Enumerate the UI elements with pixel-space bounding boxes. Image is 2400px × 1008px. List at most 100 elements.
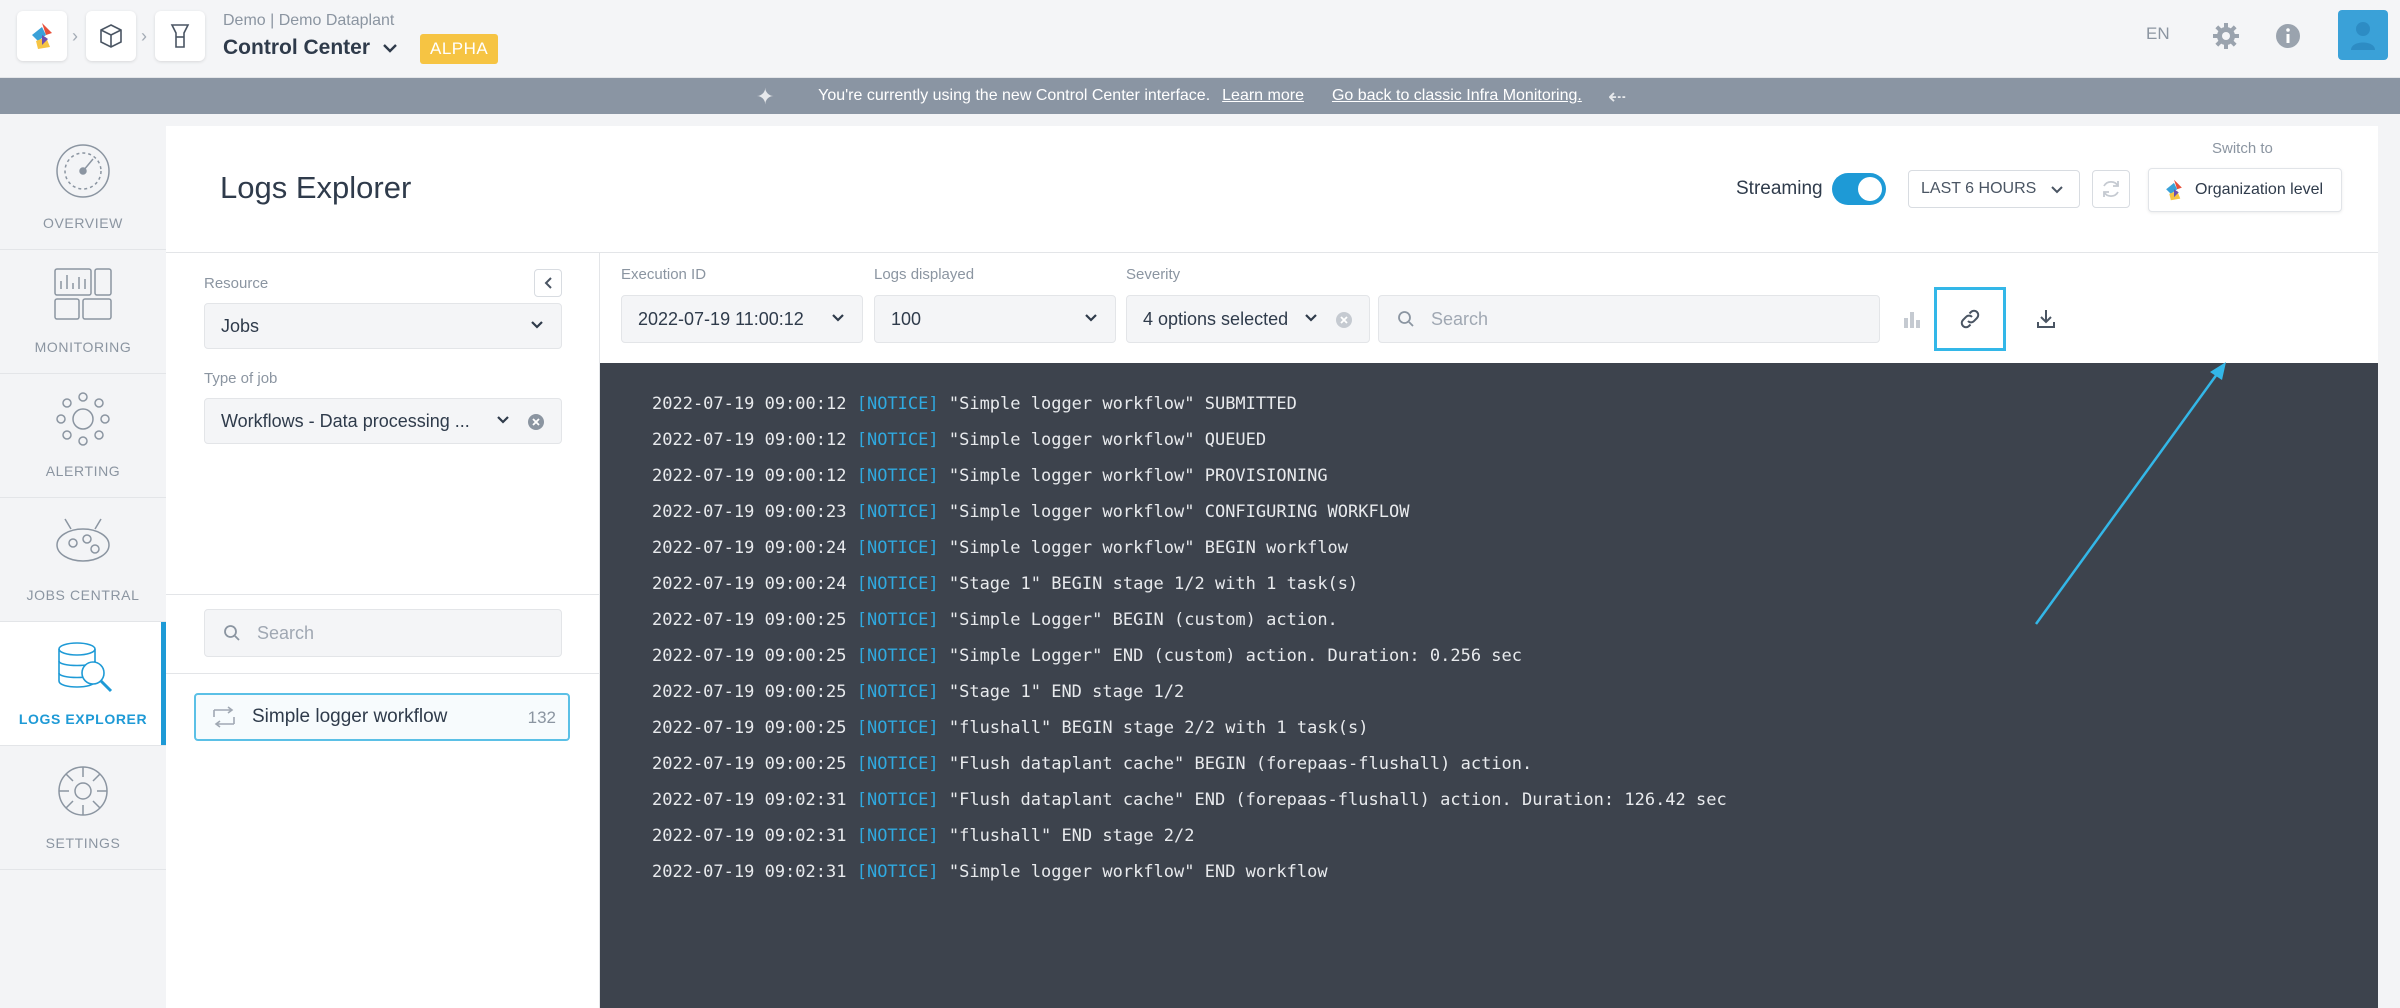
job-type-select[interactable]: Workflows - Data processing ... <box>204 398 562 444</box>
divider <box>166 594 600 595</box>
clear-icon[interactable] <box>1335 311 1353 329</box>
log-message: "Flush dataplant cache" END (forepaas-fl… <box>948 790 1727 810</box>
log-timestamp: 2022-07-19 09:00:24 <box>652 574 847 594</box>
learn-more-link[interactable]: Learn more <box>1222 87 1304 105</box>
log-severity: [NOTICE] <box>856 646 939 666</box>
log-message: "Stage 1" BEGIN stage 1/2 with 1 task(s) <box>948 574 1359 594</box>
nav-label: SETTINGS <box>45 835 121 851</box>
log-line: 2022-07-19 09:00:24 [NOTICE] "Stage 1" B… <box>652 571 2378 607</box>
avatar-icon[interactable] <box>2338 10 2388 60</box>
workflow-search[interactable] <box>204 609 562 657</box>
filters-panel: Resource Jobs Type of job Workflows - Da… <box>166 253 600 1008</box>
workflow-log-count: 132 <box>527 708 556 727</box>
download-icon[interactable] <box>2022 295 2070 343</box>
workflow-icon <box>213 706 235 728</box>
nav-label: ALERTING <box>45 463 121 479</box>
log-severity: [NOTICE] <box>856 682 939 702</box>
job-type-value: Workflows - Data processing ... <box>221 410 470 431</box>
app-title: Control Center <box>223 36 370 59</box>
log-severity: [NOTICE] <box>856 790 939 810</box>
organization-level-button[interactable]: Organization level <box>2148 168 2342 212</box>
log-search[interactable] <box>1378 295 1880 343</box>
streaming-label: Streaming <box>1736 178 1823 199</box>
log-line: 2022-07-19 09:00:12 [NOTICE] "Simple log… <box>652 391 2378 427</box>
control-center-icon[interactable] <box>155 11 205 61</box>
severity-value: 4 options selected <box>1143 308 1289 329</box>
refresh-icon <box>2103 180 2119 198</box>
log-severity: [NOTICE] <box>856 574 939 594</box>
nav-item-monitoring[interactable]: MONITORING <box>0 250 166 374</box>
go-back-link[interactable]: Go back to classic Infra Monitoring. <box>1332 87 1582 105</box>
log-line: 2022-07-19 09:00:25 [NOTICE] "Flush data… <box>652 751 2378 787</box>
gauge-icon <box>56 144 110 198</box>
language-selector[interactable]: EN <box>2146 24 2170 44</box>
logs-displayed-label: Logs displayed <box>874 266 975 283</box>
workflow-search-input[interactable] <box>257 622 537 644</box>
clear-icon[interactable] <box>527 413 545 431</box>
streaming-toggle[interactable] <box>1832 173 1886 205</box>
chevron-left-icon <box>544 277 552 289</box>
log-message: "Stage 1" END stage 1/2 <box>948 682 1185 702</box>
back-arrow-icon: ⇠ <box>1608 84 1627 109</box>
chevron-down-icon <box>1085 314 1097 322</box>
workflow-name: Simple logger workflow <box>252 706 448 727</box>
bar-chart-icon[interactable] <box>1888 295 1936 343</box>
nav-item-overview[interactable]: OVERVIEW <box>0 126 166 250</box>
log-message: "Simple logger workflow" PROVISIONING <box>948 466 1328 486</box>
search-icon <box>1398 311 1414 327</box>
alpha-badge: ALPHA <box>420 34 499 64</box>
log-timestamp: 2022-07-19 09:00:23 <box>652 502 847 522</box>
left-navigation: OVERVIEW MONITORING ALERTING JOBS CENTRA… <box>0 126 166 874</box>
chevron-down-icon <box>383 44 397 53</box>
refresh-button[interactable] <box>2092 170 2130 208</box>
info-icon[interactable] <box>2270 18 2306 54</box>
log-severity: [NOTICE] <box>856 754 939 774</box>
page-title: Logs Explorer <box>220 170 412 205</box>
nav-item-jobs-central[interactable]: JOBS CENTRAL <box>0 498 166 622</box>
log-severity: [NOTICE] <box>856 610 939 630</box>
collapse-panel-button[interactable] <box>534 269 562 297</box>
log-message: "Simple logger workflow" SUBMITTED <box>948 394 1297 414</box>
log-line: 2022-07-19 09:00:12 [NOTICE] "Simple log… <box>652 427 2378 463</box>
log-timestamp: 2022-07-19 09:00:25 <box>652 718 847 738</box>
gear-icon[interactable] <box>2208 18 2244 54</box>
severity-select[interactable]: 4 options selected <box>1126 295 1370 343</box>
nav-item-settings[interactable]: SETTINGS <box>0 746 166 870</box>
chevron-down-icon <box>1305 314 1317 322</box>
log-timestamp: 2022-07-19 09:00:12 <box>652 466 847 486</box>
cube-icon[interactable] <box>86 11 136 61</box>
app-subtitle: Demo | Demo Dataplant <box>223 12 395 29</box>
time-range-value: LAST 6 HOURS <box>1921 180 2037 197</box>
app-switcher[interactable]: Control Center <box>223 36 398 60</box>
copy-link-button[interactable] <box>1934 287 2006 351</box>
logs-displayed-select[interactable]: 100 <box>874 295 1116 343</box>
log-timestamp: 2022-07-19 09:02:31 <box>652 790 847 810</box>
log-message: "Simple Logger" END (custom) action. Dur… <box>948 646 1523 666</box>
alerting-icon <box>56 392 110 446</box>
log-timestamp: 2022-07-19 09:00:25 <box>652 754 847 774</box>
log-severity: [NOTICE] <box>856 466 939 486</box>
interface-banner: ✦ You're currently using the new Control… <box>0 78 2400 114</box>
log-search-input[interactable] <box>1431 308 1711 330</box>
log-message: "Simple logger workflow" QUEUED <box>948 430 1267 450</box>
time-range-select[interactable]: LAST 6 HOURS <box>1908 170 2080 208</box>
dataplant-logo-icon[interactable] <box>17 11 67 61</box>
log-timestamp: 2022-07-19 09:00:25 <box>652 610 847 630</box>
resource-select[interactable]: Jobs <box>204 303 562 349</box>
nav-item-logs-explorer[interactable]: LOGS EXPLORER <box>0 622 166 746</box>
workflow-list-item[interactable]: Simple logger workflow 132 <box>194 693 570 741</box>
log-message: "flushall" BEGIN stage 2/2 with 1 task(s… <box>948 718 1369 738</box>
log-message: "Flush dataplant cache" BEGIN (forepaas-… <box>948 754 1533 774</box>
execution-id-select[interactable]: 2022-07-19 11:00:12 <box>621 295 863 343</box>
log-timestamp: 2022-07-19 09:00:24 <box>652 538 847 558</box>
log-severity: [NOTICE] <box>856 538 939 558</box>
nav-label: LOGS EXPLORER <box>18 711 148 727</box>
log-line: 2022-07-19 09:00:12 [NOTICE] "Simple log… <box>652 463 2378 499</box>
log-line: 2022-07-19 09:00:25 [NOTICE] "Stage 1" E… <box>652 679 2378 715</box>
nav-item-alerting[interactable]: ALERTING <box>0 374 166 498</box>
resource-value: Jobs <box>221 315 260 336</box>
log-line: 2022-07-19 09:02:31 [NOTICE] "Flush data… <box>652 787 2378 823</box>
log-line: 2022-07-19 09:00:24 [NOTICE] "Simple log… <box>652 535 2378 571</box>
log-line: 2022-07-19 09:00:25 [NOTICE] "Simple Log… <box>652 607 2378 643</box>
search-icon <box>224 625 240 641</box>
